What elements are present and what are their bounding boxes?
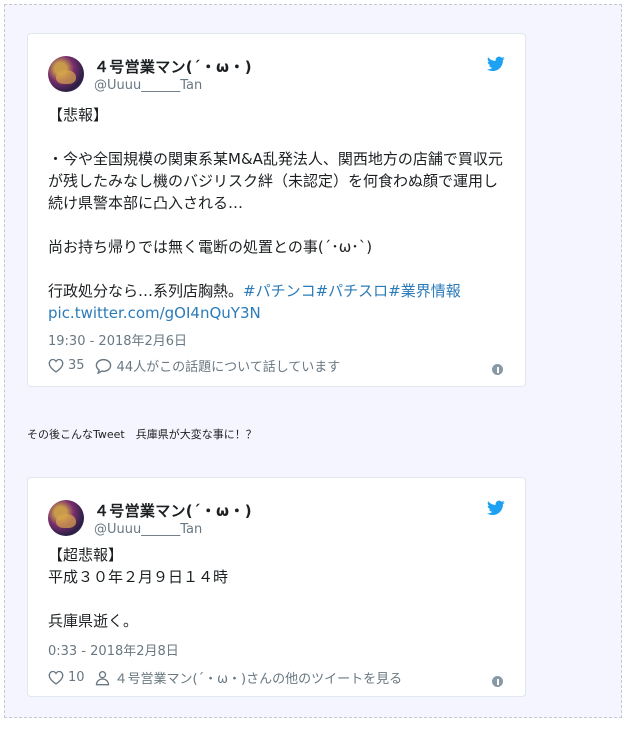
like-count[interactable]: 10 [68, 670, 85, 685]
avatar[interactable] [48, 500, 84, 536]
tweet-date[interactable]: 19:30 - 2018年2月6日 [48, 330, 187, 349]
author-name[interactable]: ４号営業マン(´・ω・) [94, 56, 252, 77]
info-icon[interactable] [492, 676, 503, 687]
author-handle[interactable]: @Uuuu______Tan [94, 522, 202, 537]
like-count[interactable]: 35 [68, 358, 85, 373]
more-tweets-link[interactable]: ４号営業マン(´・ω・)さんの他のツイートを見る [115, 668, 403, 687]
embedded-tweet-1[interactable]: ４号営業マン(´・ω・) @Uuuu______Tan 【悲報】 ・今や全国規模… [27, 33, 526, 387]
comment-icon[interactable] [95, 358, 112, 374]
embedded-tweet-2[interactable]: ４号営業マン(´・ω・) @Uuuu______Tan 【超悲報】 平成３０年２… [27, 477, 526, 697]
twitter-bird-icon[interactable] [487, 56, 505, 72]
author-handle[interactable]: @Uuuu______Tan [94, 78, 202, 93]
tweet-text-main: 【悲報】 ・今や全国規模の関東系某M&A乱発法人、関西地方の店舗で買収元が残した… [48, 106, 503, 300]
twitter-bird-icon[interactable] [487, 500, 505, 516]
heart-icon[interactable] [48, 670, 64, 685]
person-icon[interactable] [95, 670, 110, 686]
heart-icon[interactable] [48, 358, 64, 373]
tweet-date[interactable]: 0:33 - 2018年2月8日 [48, 640, 179, 659]
tweet-actions: 10 ４号営業マン(´・ω・)さんの他のツイートを見る [48, 668, 507, 687]
caption-text: その後こんなTweet 兵庫県が大変な事に！？ [27, 428, 257, 441]
info-icon[interactable] [492, 364, 503, 375]
author-name[interactable]: ４号営業マン(´・ω・) [94, 500, 252, 521]
conversation-link[interactable]: 44人がこの話題について話しています [117, 356, 341, 375]
tweet-actions: 35 44人がこの話題について話しています [48, 356, 507, 375]
avatar[interactable] [48, 56, 84, 92]
page-background: ４号営業マン(´・ω・) @Uuuu______Tan 【悲報】 ・今や全国規模… [4, 4, 622, 718]
tweet-text: 【超悲報】 平成３０年２月９日１４時 兵庫県逝く。 [48, 546, 229, 630]
tweet-text: 【悲報】 ・今や全国規模の関東系某M&A乱発法人、関西地方の店舗で買収元が残した… [48, 104, 507, 324]
